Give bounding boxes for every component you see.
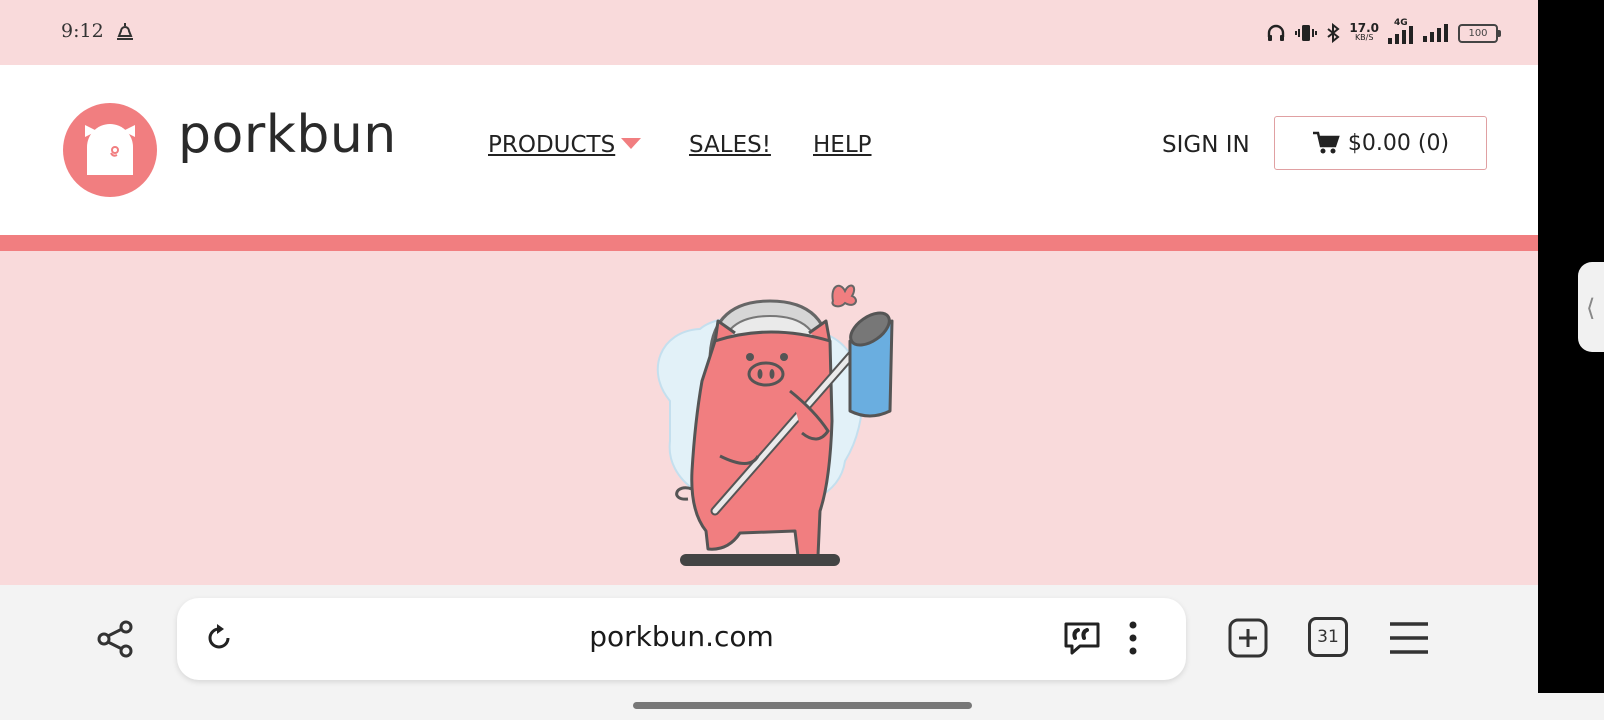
brand-name[interactable]: porkbun [178, 105, 397, 165]
sign-in-link[interactable]: SIGN IN [1162, 132, 1250, 158]
battery-indicator: 100 [1458, 23, 1501, 43]
reader-mode-icon[interactable] [1062, 618, 1102, 658]
network-speed-value: 17.0 [1349, 21, 1379, 35]
headphones-icon [1268, 24, 1285, 41]
tab-count-button[interactable]: 31 [1308, 617, 1348, 657]
status-icons: 17.0 KB/S 4G 100 [1266, 18, 1501, 46]
site-header: porkbun PRODUCTS SALES! HELP SIGN IN $0.… [0, 65, 1538, 235]
bluetooth-icon [1327, 23, 1340, 43]
vibrate-icon [1295, 25, 1318, 41]
pig-logo-icon [85, 124, 135, 175]
address-bar[interactable]: porkbun.com [177, 598, 1186, 680]
signal-4g: 4G [1388, 18, 1414, 44]
menu-icon[interactable] [1388, 620, 1430, 656]
url-text[interactable]: porkbun.com [177, 620, 1186, 653]
hero-banner [0, 251, 1538, 585]
porkbun-logo[interactable] [63, 103, 157, 197]
home-indicator[interactable] [633, 702, 972, 709]
new-tab-icon[interactable] [1227, 617, 1269, 659]
browser-toolbar: porkbun.com 31 [0, 585, 1538, 720]
status-time: 9:12 [61, 20, 104, 42]
nav-sales[interactable]: SALES! [689, 132, 771, 158]
nav-products-label: PRODUCTS [488, 132, 616, 158]
signal-bars-icon-2 [1423, 24, 1448, 42]
cart-label: $0.00 (0) [1347, 130, 1450, 156]
nav-products[interactable]: PRODUCTS [488, 132, 642, 158]
dropdown-caret-icon [621, 138, 642, 149]
header-stripe [0, 235, 1538, 251]
pig-with-net-illustration [656, 284, 894, 566]
network-speed: 17.0 KB/S [1349, 21, 1379, 42]
network-type: 4G [1394, 18, 1408, 28]
side-panel-handle[interactable]: ⟨ [1578, 262, 1604, 352]
cart-icon [1312, 131, 1340, 154]
signal-bars-icon [1388, 26, 1413, 44]
chevron-left-icon: ⟨ [1586, 294, 1596, 322]
share-icon[interactable] [95, 618, 137, 660]
status-bar: 9:12 17.0 KB/S 4G 100 [0, 0, 1538, 65]
alarm-icon [117, 23, 133, 40]
cart-button[interactable]: $0.00 (0) [1274, 116, 1487, 170]
browser-screen: 9:12 17.0 KB/S 4G 100 porkbun PRODUCTS S… [0, 0, 1538, 720]
nav-help[interactable]: HELP [813, 132, 872, 158]
more-options-icon[interactable] [1123, 618, 1143, 658]
